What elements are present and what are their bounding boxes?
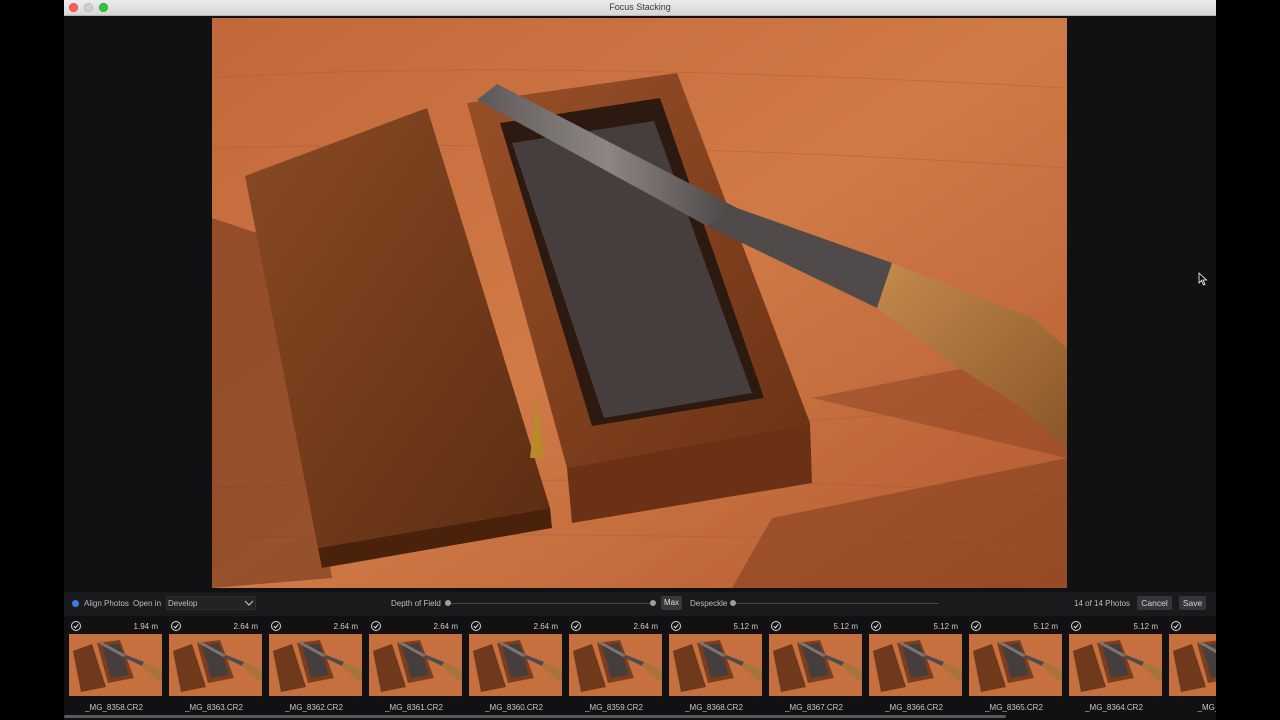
focus-distance: 5.12 m [833,622,858,631]
depth-of-field-slider-track[interactable] [448,603,653,604]
thumbnail-image [269,634,362,696]
filmstrip-thumbnail[interactable]: 2.64 m _MG_8361.CR2 [364,618,464,718]
filmstrip: 1.94 m _MG_8358.CR2 2.64 m _MG_8363.CR2 … [64,618,1216,720]
stacking-controls-bar: Align Photos Open in Develop Depth of Fi… [64,592,1216,616]
focus-distance: 5.12 m [1133,622,1158,631]
thumbnail-image [569,634,662,696]
focus-distance: 5.12 m [733,622,758,631]
filmstrip-thumbnail[interactable]: 1.94 m _MG_8358.CR2 [64,618,164,718]
focus-distance: 2.64 m [533,622,558,631]
thumbnail-image [969,634,1062,696]
photo-count-label: 14 of 14 Photos [1074,599,1131,608]
window-title: Focus Stacking [609,2,671,12]
align-photos-label[interactable]: Align Photos [84,599,129,608]
max-button[interactable]: Max [661,596,682,610]
focus-stacking-window: Focus Stacking Align Photos Open in Deve… [64,0,1216,720]
checkmark-icon[interactable] [1071,621,1081,631]
thumbnail-filename: _MG_8368.CR2 [685,703,743,712]
thumbnail-image [769,634,862,696]
checkmark-icon[interactable] [1171,621,1181,631]
filmstrip-thumbnail[interactable]: 5.12 m _MG_8367.CR2 [764,618,864,718]
checkmark-icon[interactable] [171,621,181,631]
depth-of-field-min-handle[interactable] [445,600,451,606]
open-in-select-value: Develop [168,599,198,608]
thumbnail-image [69,634,162,696]
focus-distance: 2.64 m [433,622,458,631]
thumbnail-image [869,634,962,696]
focus-distance: 2.64 m [633,622,658,631]
chevron-down-icon [244,598,254,610]
focus-distance: 2.64 m [333,622,358,631]
thumbnail-image [1169,634,1216,696]
thumbnail-filename: _MG_8367.CR2 [785,703,843,712]
despeckle-slider-track[interactable] [733,603,939,604]
focus-distance: 1.94 m [133,622,158,631]
despeckle-slider-handle[interactable] [730,600,736,606]
thumbnail-filename: _MG_8360.CR2 [485,703,543,712]
thumbnail-image [669,634,762,696]
stacked-photo-preview [212,18,1067,588]
checkmark-icon[interactable] [271,621,281,631]
thumbnail-filename: _MG_8358.CR2 [85,703,143,712]
thumbnail-filename: _MG_8364.CR2 [1085,703,1143,712]
filmstrip-thumbnail[interactable]: 2.64 m _MG_8362.CR2 [264,618,364,718]
thumbnail-image [469,634,562,696]
thumbnail-image [1069,634,1162,696]
checkmark-icon[interactable] [371,621,381,631]
thumbnail-filename: _MG_8359.CR2 [585,703,643,712]
thumbnail-filename: _MG_8361.CR2 [385,703,443,712]
focus-distance: 5.12 m [1033,622,1058,631]
filmstrip-thumbnail[interactable]: 5.12 m _MG_8368.CR2 [664,618,764,718]
cancel-button[interactable]: Cancel [1137,596,1172,610]
filmstrip-thumbnail[interactable]: 2.64 m _MG_8359.CR2 [564,618,664,718]
thumbnail-image [369,634,462,696]
thumbnail-filename: _MG_8365.CR2 [985,703,1043,712]
title-bar: Focus Stacking [64,0,1216,16]
despeckle-label: Despeckle [690,599,728,608]
focus-distance: 2.64 m [233,622,258,631]
filmstrip-thumbnail[interactable]: 2.64 m _MG_8360.CR2 [464,618,564,718]
filmstrip-thumbnail[interactable]: 2.64 m _MG_8363.CR2 [164,618,264,718]
checkmark-icon[interactable] [771,621,781,631]
checkmark-icon[interactable] [671,621,681,631]
thumbnail-filename: _MG_8... [1197,703,1216,712]
checkmark-icon[interactable] [471,621,481,631]
thumbnail-filename: _MG_8362.CR2 [285,703,343,712]
depth-of-field-label: Depth of Field [391,599,441,608]
checkmark-icon[interactable] [71,621,81,631]
depth-of-field-max-handle[interactable] [650,600,656,606]
mouse-pointer-icon [1198,272,1208,291]
align-photos-radio[interactable] [72,600,79,607]
open-in-label: Open in [133,599,162,608]
filmstrip-thumbnail[interactable]: 5.12 m _MG_8366.CR2 [864,618,964,718]
thumbnail-filename: _MG_8363.CR2 [185,703,243,712]
thumbnail-filename: _MG_8366.CR2 [885,703,943,712]
checkmark-icon[interactable] [871,621,881,631]
filmstrip-scrollbar[interactable] [64,715,1006,718]
filmstrip-thumbnail[interactable]: 5.12 m _MG_8365.CR2 [964,618,1064,718]
save-button[interactable]: Save [1179,596,1206,610]
checkmark-icon[interactable] [971,621,981,631]
focus-distance: 5.12 m [933,622,958,631]
filmstrip-thumbnail[interactable]: _MG_8... [1164,618,1216,718]
thumbnail-image [169,634,262,696]
filmstrip-thumbnail[interactable]: 5.12 m _MG_8364.CR2 [1064,618,1164,718]
checkmark-icon[interactable] [571,621,581,631]
